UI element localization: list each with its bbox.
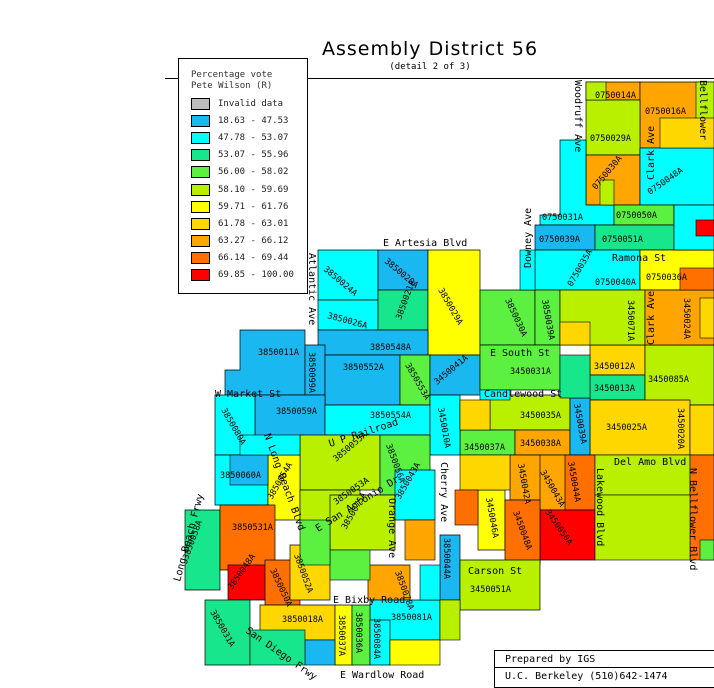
legend-item: 47.78 - 53.07: [191, 131, 288, 145]
precinct-label-3850044A: 3850044A: [441, 538, 451, 579]
precinct-label-0750051A: 0750051A: [602, 235, 643, 245]
street-downey: Downey Ave: [523, 208, 534, 268]
district-map: E Artesia Blvd Atlantic Ave Downey Ave W…: [172, 80, 714, 682]
street-market: W Market St: [215, 389, 281, 400]
legend-item: 63.27 - 66.12: [191, 234, 288, 248]
legend-label: Invalid data: [218, 99, 284, 109]
street-carson: Carson St: [468, 566, 522, 577]
precinct-label-3850081A: 3850081A: [391, 613, 432, 623]
street-bixby: E Bixby Road: [333, 595, 405, 606]
precinct-label-3450024A: 3450024A: [681, 298, 691, 339]
precinct-label-3450037A: 3450037A: [464, 443, 505, 453]
precinct-label-3450085A: 3450085A: [648, 375, 689, 385]
street-candlewood: Candlewood St: [484, 389, 562, 400]
precinct-label-0750014A: 0750014A: [595, 91, 636, 101]
legend-label: 63.27 - 66.12: [218, 235, 289, 246]
precinct-label-3850084A: 3850084A: [371, 618, 381, 659]
legend-item: 59.71 - 61.76: [191, 200, 288, 214]
legend-label: 56.00 - 58.02: [218, 167, 289, 178]
precinct-label-3450071A: 3450071A: [625, 300, 635, 341]
legend-label: 18.63 - 47.53: [218, 116, 289, 127]
street-clark2: Clark Ave: [646, 291, 657, 345]
precinct-3450020A[interactable]: [689, 404, 714, 456]
legend-title-line2: Pete Wilson (R): [191, 81, 273, 91]
street-south: E South St: [490, 348, 550, 359]
legend-item: 69.85 - 100.00: [191, 268, 294, 282]
legend-label: 61.78 - 63.01: [218, 218, 289, 229]
legend-swatch: [191, 251, 210, 264]
legend-swatch: [191, 115, 210, 128]
legend-item: 18.63 - 47.53: [191, 114, 288, 128]
legend-item: 56.00 - 58.02: [191, 165, 288, 179]
street-bellflower: N Bellflower Blvd: [687, 468, 698, 570]
precinct-label-3450031A: 3450031A: [510, 367, 551, 377]
street-bellflower-top: Bellflower: [697, 80, 708, 140]
legend-swatch: [191, 217, 210, 230]
street-clark: Clark Ave: [646, 126, 657, 180]
street-cherry: Cherry Ave: [438, 462, 449, 522]
legend-label: 59.71 - 61.76: [218, 201, 289, 212]
street-artesia: E Artesia Blvd: [383, 238, 467, 249]
legend-swatch: [191, 132, 210, 145]
legend-swatch: [191, 166, 210, 179]
precinct-label-0750040A: 0750040A: [595, 278, 636, 288]
street-orange: Orange Ave: [386, 498, 397, 558]
precinct-label-0750031A: 0750031A: [542, 213, 583, 223]
credit-line2: U.C. Berkeley (510)642-1474: [505, 671, 668, 682]
precinct-label-3450025A: 3450025A: [606, 423, 647, 433]
legend-swatch: [191, 183, 210, 196]
legend-label: 47.78 - 53.07: [218, 133, 289, 144]
precinct-label-0750036A: 0750036A: [646, 273, 687, 283]
precinct-label-3850011A: 3850011A: [258, 348, 299, 358]
legend-item: Invalid data: [191, 97, 283, 111]
legend-title-line1: Percentage vote: [191, 70, 273, 80]
precinct-label-3450035A: 3450035A: [520, 411, 561, 421]
legend-swatch: [191, 234, 210, 247]
precinct-label-3850531A: 3850531A: [232, 523, 273, 533]
legend-swatch: [191, 269, 210, 281]
credit-divider: [495, 667, 714, 668]
legend-swatch: [191, 200, 210, 213]
precinct-label-3850018A: 3850018A: [282, 615, 323, 625]
precinct-label-3850060A: 3850060A: [220, 471, 261, 481]
precinct-label-0750016A: 0750016A: [645, 107, 686, 117]
street-del-amo: Del Amo Blvd: [614, 457, 686, 468]
credit-box: Prepared by IGS U.C. Berkeley (510)642-1…: [494, 650, 714, 688]
precinct-label-0750039A: 0750039A: [539, 235, 580, 245]
precinct-label-3450013A: 3450013A: [594, 384, 635, 394]
precinct-label-3850548A: 3850548A: [370, 343, 411, 353]
legend-item: 61.78 - 63.01: [191, 217, 288, 231]
legend-label: 66.14 - 69.44: [218, 252, 289, 263]
precinct-label-3850554A: 3850554A: [370, 411, 411, 421]
precinct-label-0750050A: 0750050A: [616, 211, 657, 221]
street-lakewood: Lakewood Blvd: [594, 468, 605, 546]
legend: Percentage vote Pete Wilson (R) Invalid …: [178, 58, 308, 294]
precinct-label-0750029A: 0750029A: [590, 134, 631, 144]
legend-label: 58.10 - 59.69: [218, 184, 289, 195]
precinct-0750029A[interactable]: [585, 99, 641, 156]
precinct-label-3850036A: 3850036A: [353, 612, 363, 653]
precinct-3850011A[interactable]: [224, 329, 306, 396]
precinct-label-3450051A: 3450051A: [470, 585, 511, 595]
precinct-label-3850059A: 3850059A: [276, 407, 317, 417]
precinct-label-3850552A: 3850552A: [343, 363, 384, 373]
legend-swatch: [191, 98, 210, 110]
precinct-label-3450012A: 3450012A: [594, 362, 635, 372]
legend-label: 53.07 - 55.96: [218, 150, 289, 161]
legend-item: 58.10 - 59.69: [191, 183, 288, 197]
street-woodruff: Woodruff Ave: [572, 80, 583, 152]
precinct-label-3850037A: 3850037A: [336, 615, 346, 656]
legend-label: 69.85 - 100.00: [218, 270, 294, 280]
legend-item: 53.07 - 55.96: [191, 148, 288, 162]
legend-item: 66.14 - 69.44: [191, 251, 288, 265]
street-wardlow: E Wardlow Road: [340, 670, 424, 681]
street-ramona: Ramona St: [612, 253, 666, 264]
precinct-label-3450038A: 3450038A: [520, 439, 561, 449]
precinct-label-3850099A: 3850099A: [306, 352, 316, 393]
precinct-label-3450020A: 3450020A: [675, 408, 685, 449]
legend-swatch: [191, 149, 210, 162]
credit-line1: Prepared by IGS: [505, 654, 596, 665]
